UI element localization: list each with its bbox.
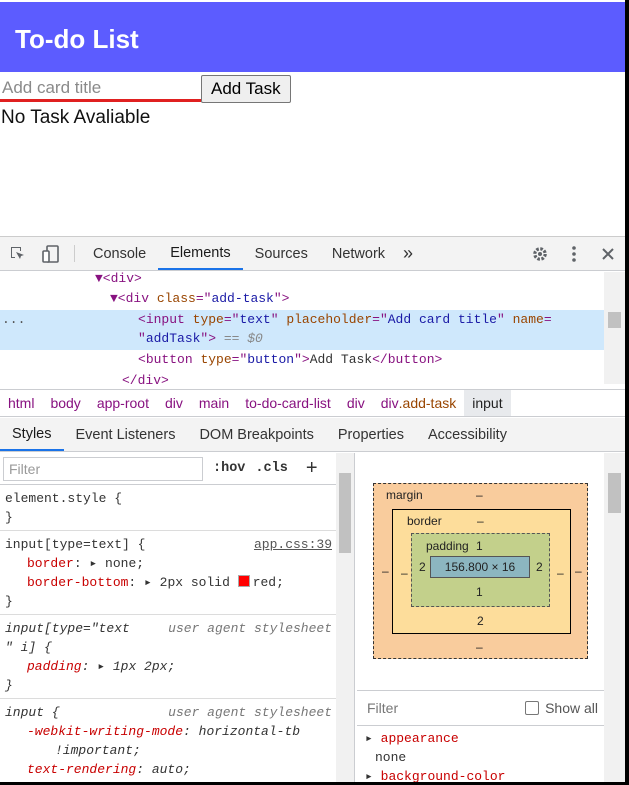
show-all-checkbox[interactable] bbox=[525, 701, 540, 715]
toolbar-divider bbox=[74, 245, 75, 262]
tab-sources[interactable]: Sources bbox=[243, 237, 320, 270]
computed-filter-input[interactable]: Filter bbox=[367, 700, 398, 716]
node-actions-dots[interactable]: ... bbox=[2, 310, 25, 330]
scrollbar-thumb[interactable] bbox=[608, 312, 621, 328]
rule-close: } bbox=[5, 594, 13, 609]
tab-event-listeners[interactable]: Event Listeners bbox=[64, 418, 188, 451]
rule-selector-cont: " i] { bbox=[5, 640, 52, 655]
box-model-content[interactable]: 156.800 × 16 bbox=[430, 556, 530, 578]
cls-toggle[interactable]: .cls bbox=[255, 461, 287, 476]
box-model-pane: margin – – – – border – – – 2 padding 1 … bbox=[357, 453, 604, 782]
box-model-padding[interactable]: padding 1 2 2 1 156.800 × 16 bbox=[411, 533, 550, 607]
styles-filter-input[interactable]: Filter bbox=[3, 456, 203, 481]
computed-filter-row: Filter Show all bbox=[357, 690, 604, 726]
declaration-border[interactable]: border: ▸ none; bbox=[5, 554, 349, 573]
box-model-border[interactable]: border – – – 2 padding 1 2 2 1 156.800 ×… bbox=[392, 509, 571, 634]
computed-prop-background-color[interactable]: ▸ background-color bbox=[365, 767, 604, 782]
tab-styles[interactable]: Styles bbox=[0, 418, 64, 451]
rule-selector: element.style { bbox=[5, 491, 123, 506]
add-task-button[interactable]: Add Task bbox=[201, 75, 291, 103]
empty-message: No Task Avaliable bbox=[1, 107, 151, 128]
style-rule-input-text: input[type=text] { app.css:39 border: ▸ … bbox=[0, 531, 354, 615]
sidebar-tabs: Styles Event Listeners DOM Breakpoints P… bbox=[0, 418, 625, 452]
hov-toggle[interactable]: :hov bbox=[213, 461, 245, 476]
page-title: To-do List bbox=[0, 2, 625, 72]
tree-node-input-selected[interactable]: <input type="text" placeholder="Add card… bbox=[138, 310, 552, 330]
close-icon[interactable] bbox=[591, 247, 625, 261]
show-all-toggle[interactable]: Show all bbox=[525, 700, 598, 716]
scrollbar-thumb[interactable] bbox=[339, 473, 351, 553]
tab-accessibility[interactable]: Accessibility bbox=[416, 418, 519, 451]
tab-properties[interactable]: Properties bbox=[326, 418, 416, 451]
breadcrumb: html body app-root div main to-do-card-l… bbox=[0, 389, 625, 417]
tree-node-button[interactable]: <button type="button">Add Task</button> bbox=[138, 350, 442, 370]
box-pane-scrollbar[interactable] bbox=[604, 453, 625, 782]
style-rule-element: element.style { } bbox=[0, 485, 354, 531]
tree-node-div[interactable]: ▼<div> bbox=[95, 272, 142, 289]
computed-list: ▸ appearance none ▸ background-color bbox=[357, 729, 604, 782]
box-model-margin[interactable]: margin – – – – border – – – 2 padding 1 … bbox=[373, 483, 588, 659]
rule-close: } bbox=[5, 510, 13, 525]
tab-dom-breakpoints[interactable]: DOM Breakpoints bbox=[187, 418, 325, 451]
add-task-row: Add Task bbox=[0, 75, 291, 103]
elements-tree: ▼<div> ▼<div class="add-task"> ... <inpu… bbox=[0, 272, 625, 384]
styles-scrollbar[interactable] bbox=[336, 453, 354, 782]
color-swatch[interactable] bbox=[237, 575, 250, 587]
rule-source-ua: user agent stylesheet bbox=[168, 621, 332, 636]
tab-console[interactable]: Console bbox=[81, 237, 158, 270]
scrollbar-thumb[interactable] bbox=[608, 473, 621, 513]
style-rule-ua-input-text: input[type="text user agent stylesheet "… bbox=[0, 615, 354, 699]
more-tabs-icon[interactable]: » bbox=[397, 237, 419, 270]
browser-viewport: To-do List Add Task No Task Avaliable Co… bbox=[0, 0, 629, 785]
breadcrumb-div-add-task[interactable]: div .add-task bbox=[373, 390, 465, 416]
tree-node-input-cont[interactable]: "addTask"> == $0 bbox=[138, 329, 263, 349]
settings-gear-icon[interactable] bbox=[523, 245, 557, 263]
tab-network[interactable]: Network bbox=[320, 237, 397, 270]
rule-source-ua: user agent stylesheet bbox=[168, 705, 332, 720]
inspect-element-icon[interactable] bbox=[0, 237, 34, 270]
declaration-writing-mode[interactable]: -webkit-writing-mode: horizontal-tb bbox=[5, 722, 349, 741]
devtools-toolbar: Console Elements Sources Network » bbox=[0, 237, 625, 271]
tree-node-close-div[interactable]: </div> bbox=[122, 371, 169, 384]
kebab-menu-icon[interactable] bbox=[557, 245, 591, 263]
breadcrumb-to-do-card-list[interactable]: to-do-card-list bbox=[237, 390, 339, 416]
breadcrumb-input[interactable]: input bbox=[464, 390, 511, 416]
devtools-panel: Console Elements Sources Network » ▼<div… bbox=[0, 236, 625, 782]
breadcrumb-body[interactable]: body bbox=[42, 390, 88, 416]
declaration-text-rendering[interactable]: text-rendering: auto; bbox=[5, 760, 349, 779]
tab-elements[interactable]: Elements bbox=[158, 237, 243, 270]
style-rule-ua-input: input { user agent stylesheet -webkit-wr… bbox=[0, 699, 354, 782]
styles-pane: Filter :hov .cls + element.style { } inp… bbox=[0, 453, 355, 782]
breadcrumb-app-root[interactable]: app-root bbox=[89, 390, 157, 416]
rule-close: } bbox=[5, 678, 13, 693]
declaration-important: !important; bbox=[55, 743, 141, 758]
breadcrumb-div[interactable]: div bbox=[157, 390, 191, 416]
declaration-border-bottom[interactable]: border-bottom: ▸ 2px solid red; bbox=[5, 573, 349, 592]
tree-node-add-task-div[interactable]: ▼<div class="add-task"> bbox=[110, 289, 289, 309]
device-toolbar-icon[interactable] bbox=[34, 237, 68, 270]
breadcrumb-html[interactable]: html bbox=[0, 390, 42, 416]
elements-scrollbar[interactable] bbox=[604, 272, 625, 384]
computed-value: none bbox=[375, 750, 407, 765]
new-rule-plus-icon[interactable]: + bbox=[306, 457, 318, 480]
card-title-input[interactable] bbox=[0, 76, 201, 102]
computed-prop-appearance[interactable]: ▸ appearance bbox=[365, 729, 604, 748]
rule-source-link[interactable]: app.css:39 bbox=[254, 535, 332, 554]
breadcrumb-div-2[interactable]: div bbox=[339, 390, 373, 416]
breadcrumb-main[interactable]: main bbox=[191, 390, 237, 416]
declaration-padding[interactable]: padding: ▸ 1px 2px; bbox=[5, 657, 349, 676]
styles-filter-row: Filter :hov .cls + bbox=[0, 453, 354, 485]
